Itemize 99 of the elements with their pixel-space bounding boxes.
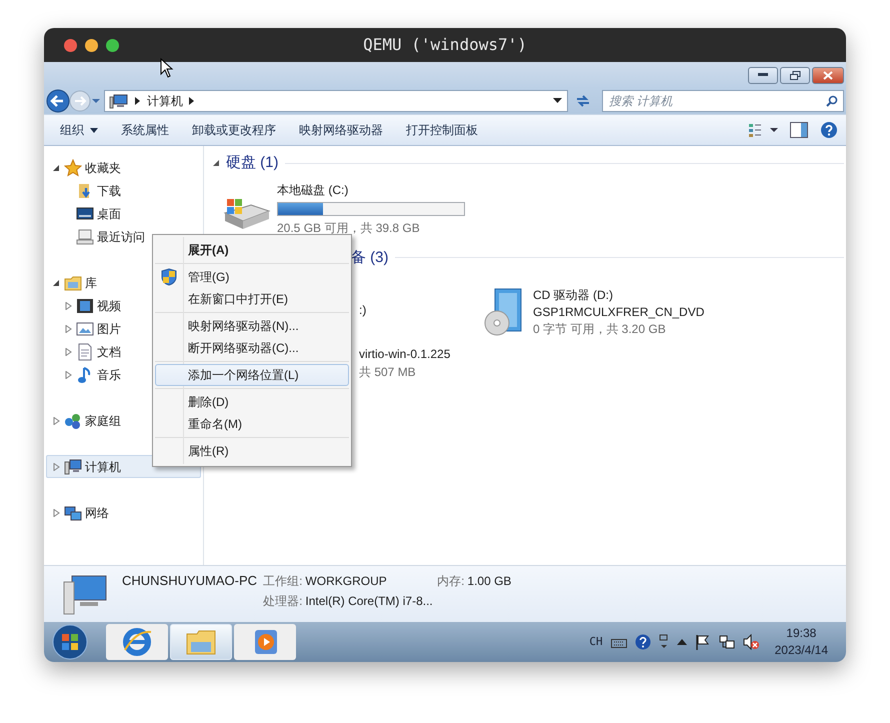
toolbar-button[interactable]: 卸载或更改程序 — [184, 117, 284, 143]
menu-item[interactable]: 删除(D) — [155, 391, 349, 413]
nav-item[interactable]: 图片 — [46, 317, 126, 340]
network-icon[interactable] — [718, 633, 735, 651]
search-field[interactable]: 搜索 计算机 — [602, 90, 844, 112]
back-forward-icon[interactable] — [46, 89, 100, 113]
taskbar-button[interactable] — [106, 624, 168, 660]
menu-item[interactable]: 属性(R) — [155, 440, 349, 462]
collapsed-arrow-icon[interactable] — [52, 416, 60, 424]
homegroup-icon — [64, 412, 82, 430]
address-field[interactable]: 计算机 — [104, 90, 568, 112]
expanded-arrow-icon[interactable] — [52, 278, 60, 286]
language-indicator[interactable]: CH — [589, 634, 603, 650]
search-icon — [826, 95, 838, 107]
group-header[interactable]: 备 (3) — [351, 246, 388, 269]
menu-item[interactable]: 管理(G) — [155, 266, 349, 288]
collapsed-arrow-icon[interactable] — [52, 462, 60, 470]
menu-item[interactable]: 断开网络驱动器(C)... — [155, 337, 349, 359]
flag-icon[interactable] — [694, 634, 711, 650]
group-header[interactable]: 硬盘 (1) — [226, 152, 278, 174]
computer-icon — [64, 458, 82, 476]
shield-icon — [161, 268, 177, 286]
minimize-button[interactable] — [748, 66, 778, 84]
computer-icon — [109, 93, 129, 109]
nav-item[interactable]: 库 — [46, 271, 102, 294]
drive-name[interactable]: CD 驱动器 (D:) — [533, 287, 704, 304]
field-value: 1.00 GB — [467, 573, 512, 590]
minimize-icon — [758, 73, 768, 77]
nav-item[interactable]: 下载 — [46, 179, 126, 202]
chevron-icon[interactable] — [135, 97, 141, 105]
help-icon[interactable] — [820, 121, 838, 139]
minimize-dot[interactable] — [85, 38, 98, 52]
clock-time[interactable]: 19:38 — [774, 625, 828, 642]
document-icon — [76, 342, 94, 360]
collapsed-arrow-icon[interactable] — [64, 302, 72, 310]
field-label: 内存: — [437, 573, 464, 590]
clock-date[interactable]: 2023/4/14 — [774, 642, 828, 659]
chevron-icon[interactable] — [189, 97, 195, 105]
library-folder-icon — [64, 274, 82, 292]
maximize-button[interactable] — [780, 66, 810, 84]
close-icon — [823, 70, 833, 80]
field-value: Intel(R) Core(TM) i7-8... — [305, 593, 433, 610]
mouse-pointer-icon — [160, 58, 174, 78]
help-icon[interactable] — [634, 634, 651, 650]
drive-detail: virtio-win-0.1.225 — [359, 346, 450, 363]
star-icon — [64, 158, 82, 176]
toolbar-button[interactable]: 打开控制面板 — [398, 117, 486, 143]
taskbar-button[interactable] — [234, 624, 296, 660]
expanded-arrow-icon[interactable] — [52, 164, 60, 172]
window-title: QEMU ('windows7') — [363, 35, 527, 54]
drive-detail: GSP1RMCULXFRER_CN_DVD — [533, 304, 704, 321]
recent-places-icon — [76, 228, 94, 246]
field-label: 工作组: — [263, 573, 302, 590]
nav-item[interactable]: 最近访问 — [46, 225, 150, 248]
film-icon — [76, 296, 94, 314]
breadcrumb[interactable]: 计算机 — [147, 92, 183, 110]
drive-detail: 共 507 MB — [359, 364, 417, 381]
drive-detail: 20.5 GB 可用，共 39.8 GB — [277, 220, 421, 236]
collapsed-arrow-icon[interactable] — [64, 324, 72, 332]
browser-icon — [121, 626, 153, 658]
menu-item[interactable]: 映射网络驱动器(N)... — [155, 315, 349, 337]
toolbar-button[interactable]: 映射网络驱动器 — [291, 117, 391, 143]
menu-item[interactable]: 添加一个网络位置(L) — [155, 364, 349, 386]
dropdown-icon[interactable] — [553, 98, 563, 104]
menu-item[interactable]: 在新窗口中打开(E) — [155, 288, 349, 310]
muted-speaker-icon[interactable] — [742, 634, 759, 650]
expanded-arrow-icon[interactable] — [213, 160, 220, 167]
nav-item[interactable]: 桌面 — [46, 202, 126, 225]
network-icon — [64, 504, 82, 522]
computer-name: CHUNSHUYUMAO-PC — [122, 572, 258, 590]
preview-pane-icon[interactable] — [790, 122, 808, 138]
show-hidden-icons-icon[interactable] — [676, 639, 687, 645]
nav-item[interactable]: 音乐 — [46, 363, 126, 386]
menu-item[interactable]: 重命名(M) — [155, 413, 349, 435]
drive-name[interactable]: 本地磁盘 (C:) — [277, 180, 465, 198]
picture-icon — [76, 320, 94, 338]
drive-detail: :) — [359, 302, 366, 319]
toolbar-button[interactable]: 系统属性 — [113, 117, 177, 143]
close-button[interactable] — [812, 66, 844, 84]
field-label: 处理器: — [263, 593, 302, 610]
nav-item[interactable]: 收藏夹 — [46, 156, 126, 179]
keyboard-icon[interactable] — [610, 636, 627, 648]
nav-item[interactable]: 家庭组 — [46, 409, 126, 432]
collapsed-arrow-icon[interactable] — [64, 348, 72, 356]
drive-detail: 0 字节 可用，共 3.20 GB — [533, 321, 667, 338]
restore-icon — [790, 70, 800, 80]
field-value: WORKGROUP — [305, 573, 387, 590]
close-dot[interactable] — [64, 38, 77, 52]
collapsed-arrow-icon[interactable] — [64, 370, 72, 378]
zoom-dot[interactable] — [106, 38, 119, 52]
nav-item[interactable]: 视频 — [46, 294, 126, 317]
menu-item[interactable]: 展开(A) — [155, 239, 349, 261]
options-icon[interactable] — [658, 634, 669, 650]
nav-item[interactable]: 网络 — [46, 501, 114, 524]
view-options-icon[interactable] — [748, 123, 778, 137]
toolbar-button[interactable]: 组织 — [52, 117, 106, 143]
collapsed-arrow-icon[interactable] — [52, 508, 60, 516]
desktop-icon — [76, 204, 94, 222]
nav-item[interactable]: 文档 — [46, 340, 126, 363]
